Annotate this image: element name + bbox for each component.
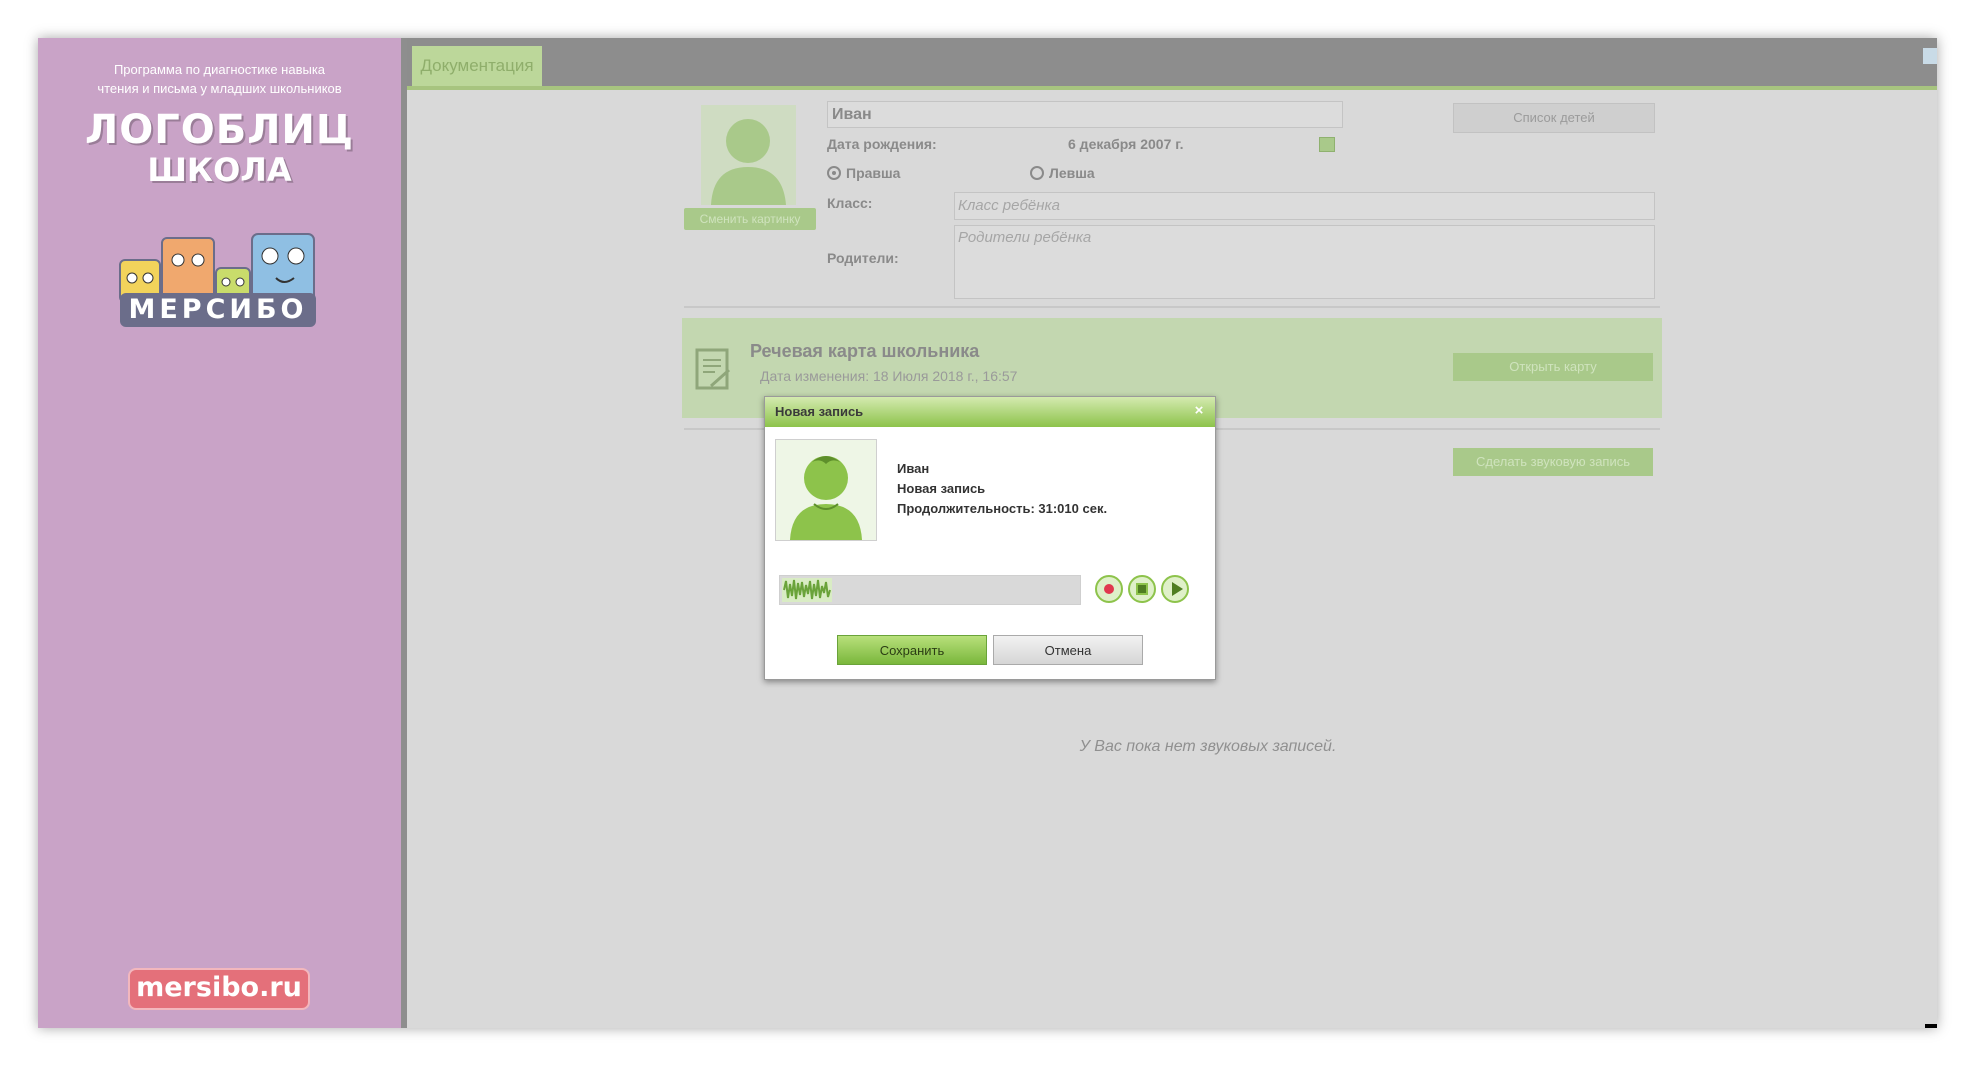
dialog-child-name: Иван (897, 461, 930, 476)
app-window: Программа по диагностике навыка чтения и… (38, 38, 1937, 1028)
class-input[interactable]: Класс ребёнка (954, 192, 1655, 220)
window-menu-icon[interactable] (1923, 48, 1937, 64)
app-tagline: Программа по диагностике навыка чтения и… (97, 62, 342, 96)
close-icon[interactable]: × (1191, 403, 1207, 419)
dialog-title: Новая запись (775, 404, 864, 419)
dialog-info: Иван Новая запись Продолжительность: 31:… (897, 459, 1107, 519)
divider (684, 306, 1660, 308)
tab-documentation[interactable]: Документация (412, 46, 542, 86)
dob-value: 6 декабря 2007 г. (1068, 136, 1184, 152)
dialog-duration: Продолжительность: 31:010 сек. (897, 501, 1108, 516)
brand-name: МЕРСИБО (120, 293, 316, 327)
right-handed-label: Правша (846, 165, 901, 181)
dob-label: Дата рождения: (827, 136, 937, 152)
radio-right-handed[interactable] (827, 166, 841, 180)
parents-label: Родители: (827, 250, 899, 266)
make-sound-record-button[interactable]: Сделать звуковую запись (1453, 448, 1653, 476)
record-icon[interactable] (1095, 575, 1123, 603)
sidebar: Программа по диагностике навыка чтения и… (38, 38, 401, 1028)
empty-records-message: У Вас пока нет звуковых записей. (1079, 738, 1337, 755)
waveform-track[interactable] (779, 575, 1081, 605)
stop-icon[interactable] (1128, 575, 1156, 603)
dialog-record-name: Новая запись (897, 481, 986, 496)
children-list-button[interactable]: Список детей (1453, 103, 1655, 133)
logo-title: ЛОГОБЛИЦ (84, 107, 354, 153)
change-picture-button[interactable]: Сменить картинку (684, 208, 816, 230)
resize-handle[interactable] (1925, 1024, 1937, 1028)
cancel-button[interactable]: Отмена (993, 635, 1143, 665)
document-icon (695, 348, 730, 390)
speech-card-modified: Дата изменения: 18 Июля 2018 г., 16:57 (760, 368, 1018, 384)
new-record-dialog: Новая запись × Иван Новая запись Продолж… (764, 396, 1216, 680)
radio-left-handed[interactable] (1030, 166, 1044, 180)
child-name-field[interactable]: Иван (827, 101, 1343, 128)
dialog-avatar-icon (775, 439, 877, 541)
speech-card-title: Речевая карта школьника (750, 341, 980, 361)
class-label: Класс: (827, 195, 873, 211)
play-icon[interactable] (1161, 575, 1189, 603)
dialog-titlebar: Новая запись × (765, 397, 1215, 427)
top-bar (407, 38, 1937, 86)
left-handed-label: Левша (1049, 165, 1095, 181)
waveform-icon (782, 578, 832, 602)
child-avatar-icon (701, 105, 796, 205)
logo-subtitle: ШКОЛА (147, 151, 292, 189)
parents-input[interactable]: Родители ребёнка (954, 225, 1655, 299)
open-card-button[interactable]: Открыть карту (1453, 353, 1653, 381)
site-link[interactable]: mersibo.ru (128, 968, 310, 1010)
save-button[interactable]: Сохранить (837, 635, 987, 665)
calendar-icon[interactable] (1319, 137, 1335, 152)
